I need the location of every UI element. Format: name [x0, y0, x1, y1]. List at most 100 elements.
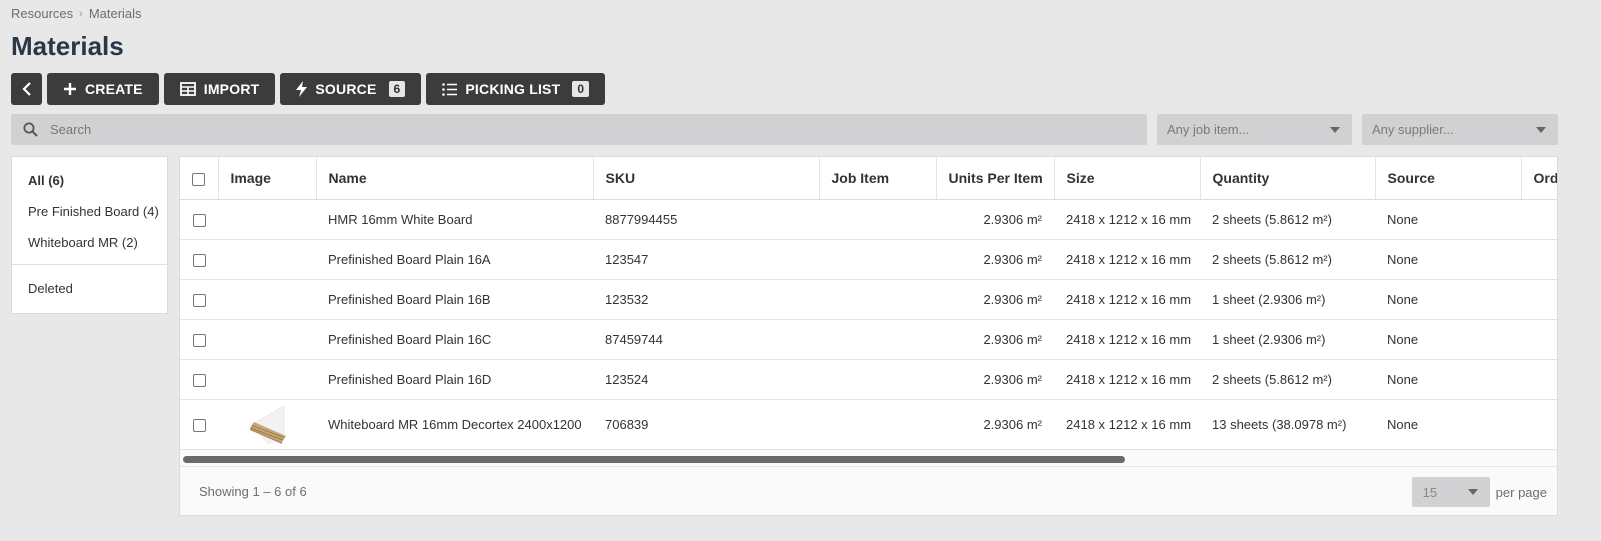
- import-button[interactable]: IMPORT: [163, 73, 276, 105]
- units-per-item-cell: 2.9306 m²: [936, 279, 1054, 320]
- job-item-cell: [819, 239, 936, 280]
- import-label: IMPORT: [203, 81, 260, 97]
- source-cell: None: [1375, 359, 1521, 400]
- sidebar-divider: [12, 264, 167, 265]
- toolbar: CREATE IMPORT SOURCE 6 PICKING LIST 0: [11, 73, 606, 105]
- row-checkbox[interactable]: [192, 418, 206, 432]
- column-header-image[interactable]: Image: [218, 157, 317, 200]
- column-header-source[interactable]: Source: [1375, 157, 1522, 200]
- table-row[interactable]: Prefinished Board Plain 16C 87459744 2.9…: [180, 319, 1557, 360]
- table-row[interactable]: Whiteboard MR 16mm Decortex 2400x1200 70…: [180, 399, 1557, 450]
- picking-list-button[interactable]: PICKING LIST 0: [426, 73, 606, 105]
- back-button[interactable]: [11, 73, 42, 105]
- source-cell: None: [1375, 199, 1521, 240]
- name-cell[interactable]: Prefinished Board Plain 16D: [316, 359, 593, 400]
- units-per-item-cell: 2.9306 m²: [936, 359, 1054, 400]
- list-icon: [442, 82, 458, 96]
- size-cell: 2418 x 1212 x 16 mm: [1054, 279, 1200, 320]
- sidebar-item-deleted[interactable]: Deleted: [12, 273, 167, 304]
- sku-cell: 8877994455: [593, 199, 819, 240]
- column-header-name[interactable]: Name: [316, 157, 594, 200]
- name-cell[interactable]: Prefinished Board Plain 16A: [316, 239, 593, 280]
- horizontal-scrollbar[interactable]: [180, 452, 1557, 466]
- pagination-summary: Showing 1 – 6 of 6: [199, 484, 307, 499]
- row-checkbox[interactable]: [192, 253, 206, 267]
- image-cell: [218, 359, 316, 400]
- image-cell: [218, 199, 316, 240]
- sidebar-item-all[interactable]: All (6): [12, 165, 167, 196]
- per-page-select[interactable]: 15: [1411, 477, 1490, 507]
- per-page-control: 15 per page: [1411, 477, 1547, 507]
- source-cell: None: [1375, 279, 1521, 320]
- row-select-cell: [180, 239, 218, 280]
- row-select-cell: [180, 359, 218, 400]
- search-icon: [23, 122, 38, 137]
- sidebar-item-pre-finished-board[interactable]: Pre Finished Board (4): [12, 196, 167, 227]
- breadcrumb-resources-link[interactable]: Resources: [11, 6, 73, 21]
- column-header-quantity[interactable]: Quantity: [1200, 157, 1376, 200]
- source-button[interactable]: SOURCE 6: [280, 73, 422, 105]
- column-header-job-item[interactable]: Job Item: [819, 157, 937, 200]
- create-button[interactable]: CREATE: [47, 73, 159, 105]
- size-cell: 2418 x 1212 x 16 mm: [1054, 359, 1200, 400]
- order-cell: [1521, 279, 1557, 320]
- row-checkbox[interactable]: [192, 293, 206, 307]
- quantity-cell: 2 sheets (5.8612 m²): [1200, 359, 1375, 400]
- row-checkbox[interactable]: [192, 213, 206, 227]
- quantity-cell: 1 sheet (2.9306 m²): [1200, 279, 1375, 320]
- quantity-cell: 1 sheet (2.9306 m²): [1200, 319, 1375, 360]
- sidebar-item-whiteboard-mr[interactable]: Whiteboard MR (2): [12, 227, 167, 258]
- column-header-units-per-item[interactable]: Units Per Item: [936, 157, 1055, 200]
- caret-down-icon: [1536, 126, 1546, 133]
- source-cell: None: [1375, 319, 1521, 360]
- image-cell: [218, 279, 316, 320]
- table-row[interactable]: Prefinished Board Plain 16D 123524 2.930…: [180, 359, 1557, 400]
- column-header-sku[interactable]: SKU: [593, 157, 820, 200]
- select-all-header: [180, 157, 219, 200]
- table-row[interactable]: Prefinished Board Plain 16A 123547 2.930…: [180, 239, 1557, 280]
- order-cell: [1521, 199, 1557, 240]
- job-item-cell: [819, 399, 936, 450]
- row-checkbox[interactable]: [192, 373, 206, 387]
- order-cell: [1521, 239, 1557, 280]
- supplier-filter-select[interactable]: Any supplier...: [1362, 114, 1558, 145]
- size-cell: 2418 x 1212 x 16 mm: [1054, 399, 1200, 450]
- supplier-filter-value: Any supplier...: [1372, 122, 1454, 137]
- caret-down-icon: [1467, 489, 1478, 495]
- column-header-size[interactable]: Size: [1054, 157, 1201, 200]
- row-checkbox[interactable]: [192, 333, 206, 347]
- plus-icon: [64, 83, 76, 95]
- job-item-cell: [819, 199, 936, 240]
- name-cell[interactable]: HMR 16mm White Board: [316, 199, 593, 240]
- search-input[interactable]: [50, 122, 1050, 137]
- name-cell[interactable]: Prefinished Board Plain 16C: [316, 319, 593, 360]
- chevron-left-icon: [21, 82, 31, 96]
- order-cell: [1521, 319, 1557, 360]
- category-sidebar: All (6) Pre Finished Board (4) Whiteboar…: [11, 156, 168, 314]
- board-thumbnail-image[interactable]: [248, 404, 286, 444]
- units-per-item-cell: 2.9306 m²: [936, 319, 1054, 360]
- select-all-checkbox[interactable]: [192, 172, 206, 186]
- row-select-cell: [180, 319, 218, 360]
- job-item-cell: [819, 279, 936, 320]
- name-cell[interactable]: Prefinished Board Plain 16B: [316, 279, 593, 320]
- per-page-label: per page: [1495, 484, 1547, 500]
- table-row[interactable]: Prefinished Board Plain 16B 123532 2.930…: [180, 279, 1557, 320]
- job-item-cell: [819, 319, 936, 360]
- quantity-cell: 2 sheets (5.8612 m²): [1200, 239, 1375, 280]
- chevron-right-icon: ›: [79, 7, 83, 20]
- table-row[interactable]: HMR 16mm White Board 8877994455 2.9306 m…: [180, 199, 1557, 240]
- quantity-cell: 2 sheets (5.8612 m²): [1200, 199, 1375, 240]
- order-cell: [1521, 359, 1557, 400]
- source-label: SOURCE: [315, 81, 377, 97]
- picking-list-label: PICKING LIST: [465, 81, 561, 97]
- breadcrumb-current: Materials: [88, 6, 142, 21]
- name-cell[interactable]: Whiteboard MR 16mm Decortex 2400x1200: [316, 399, 593, 450]
- size-cell: 2418 x 1212 x 16 mm: [1054, 319, 1200, 360]
- column-header-order[interactable]: Order: [1521, 157, 1557, 200]
- job-item-filter-select[interactable]: Any job item...: [1157, 114, 1352, 145]
- table-footer: Showing 1 – 6 of 6 15 per page: [180, 466, 1557, 515]
- size-cell: 2418 x 1212 x 16 mm: [1054, 239, 1200, 280]
- scrollbar-thumb[interactable]: [183, 456, 1125, 463]
- sku-cell: 123524: [593, 359, 819, 400]
